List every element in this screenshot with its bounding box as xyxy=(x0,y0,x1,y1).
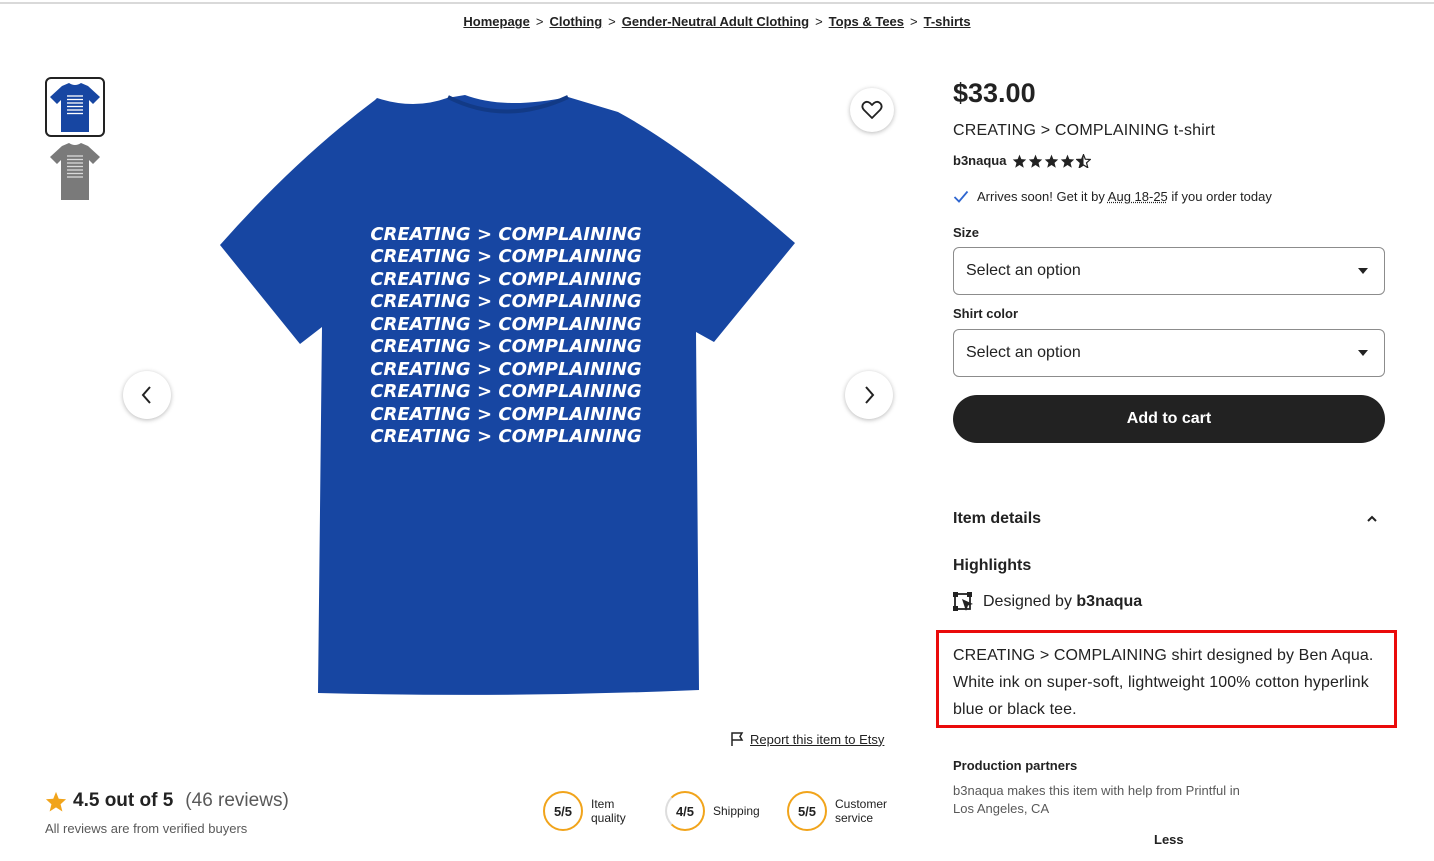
checkmark-icon xyxy=(953,190,969,203)
star-icon xyxy=(1029,154,1043,168)
show-less-button[interactable]: Less xyxy=(1154,832,1184,847)
production-partners-text: b3naqua makes this item with help from P… xyxy=(953,783,1240,816)
half-star-icon xyxy=(1076,153,1092,168)
shirt-color-select-value: Select an option xyxy=(966,344,1081,361)
highlights-heading: Highlights xyxy=(953,557,1032,574)
previous-image-button[interactable] xyxy=(123,371,171,419)
caret-down-icon xyxy=(1358,268,1368,274)
item-description: CREATING > COMPLAINING shirt designed by… xyxy=(953,647,1374,718)
size-label: Size xyxy=(953,225,980,240)
item-details-toggle[interactable]: Item details xyxy=(953,510,1385,528)
shirt-print-line: CREATING > COMPLAINING xyxy=(370,404,641,425)
chevron-up-icon xyxy=(1367,515,1377,522)
review-count: (46 reviews) xyxy=(185,790,289,811)
score-ring: 5/5 xyxy=(787,791,827,831)
shirt-print-line: CREATING > COMPLAINING xyxy=(370,246,641,267)
star-icon xyxy=(1013,154,1027,168)
arrival-dates[interactable]: Aug 18-25 xyxy=(1108,189,1168,204)
shirt-print-line: CREATING > COMPLAINING xyxy=(370,381,641,402)
score-shipping: 4/5 Shipping xyxy=(665,791,760,831)
caret-down-icon xyxy=(1358,350,1368,356)
report-item-label: Report this item to Etsy xyxy=(750,731,885,747)
shirt-print-line: CREATING > COMPLAINING xyxy=(370,269,641,290)
reviews-summary: 4.5 out of 5 (46 reviews) xyxy=(45,790,289,812)
arrival-text: Arrives soon! Get it by Aug 18-25 if you… xyxy=(977,189,1272,204)
verified-buyers-note: All reviews are from verified buyers xyxy=(45,821,248,836)
thumbnail-gray-shirt[interactable] xyxy=(45,142,105,202)
shirt-print-line: CREATING > COMPLAINING xyxy=(370,359,641,380)
report-item-link[interactable]: Report this item to Etsy xyxy=(730,731,884,747)
chevron-right-icon xyxy=(865,386,875,404)
shirt-print-line: CREATING > COMPLAINING xyxy=(370,426,641,447)
shop-name-link[interactable]: b3naqua xyxy=(953,153,1006,168)
arrival-estimate: Arrives soon! Get it by Aug 18-25 if you… xyxy=(953,189,1272,204)
breadcrumb-homepage[interactable]: Homepage xyxy=(463,14,529,29)
breadcrumb-t-shirts[interactable]: T-shirts xyxy=(924,14,971,29)
breadcrumb-separator: > xyxy=(535,14,544,29)
shirt-print-line: CREATING > COMPLAINING xyxy=(370,291,641,312)
score-ring: 4/5 xyxy=(665,791,705,831)
add-to-cart-button[interactable]: Add to cart xyxy=(953,395,1385,443)
designer-name: b3naqua xyxy=(1076,593,1143,610)
price: $33.00 xyxy=(953,78,1036,108)
star-icon xyxy=(1061,154,1075,168)
main-product-image: CREATING > COMPLAINING CREATING > COMPLA… xyxy=(200,80,820,705)
product-title: CREATING > COMPLAINING t-shirt xyxy=(953,122,1216,139)
tshirt-thumbnail-icon xyxy=(50,143,100,200)
score-ring: 5/5 xyxy=(543,791,583,831)
score-customer-service: 5/5 Customer service xyxy=(787,791,887,831)
shop-rating-stars xyxy=(1012,153,1092,168)
shirt-color-label: Shirt color xyxy=(953,306,1019,321)
score-label: Shipping xyxy=(713,804,760,818)
favorite-button[interactable] xyxy=(850,88,894,132)
star-icon xyxy=(1045,154,1059,168)
breadcrumb-separator: > xyxy=(910,14,918,29)
shirt-print-line: CREATING > COMPLAINING xyxy=(370,224,641,245)
shop-info: b3naqua xyxy=(953,153,1092,168)
breadcrumb-separator: > xyxy=(608,14,616,29)
shirt-print-line: CREATING > COMPLAINING xyxy=(370,336,641,357)
rating-text: 4.5 out of 5 xyxy=(73,790,174,811)
designed-by-text: Designed by b3naqua xyxy=(983,593,1143,610)
production-partners-heading: Production partners xyxy=(953,758,1078,773)
flag-icon xyxy=(731,732,744,746)
designed-by-row: Designed by b3naqua xyxy=(953,592,1142,612)
score-label: Customer service xyxy=(835,797,888,825)
breadcrumb-clothing[interactable]: Clothing xyxy=(549,14,602,29)
chevron-left-icon xyxy=(141,386,151,404)
item-details-heading: Item details xyxy=(953,510,1042,527)
star-icon xyxy=(45,791,67,812)
heart-icon xyxy=(861,100,883,119)
breadcrumb-gender-neutral[interactable]: Gender-Neutral Adult Clothing xyxy=(622,14,809,29)
size-select[interactable]: Select an option xyxy=(953,247,1385,295)
tshirt-thumbnail-icon xyxy=(50,83,100,132)
shirt-color-select[interactable]: Select an option xyxy=(953,329,1385,377)
thumbnail-blue-shirt[interactable] xyxy=(45,77,105,137)
score-item-quality: 5/5 Item quality xyxy=(543,791,626,831)
breadcrumb: Homepage > Clothing > Gender-Neutral Adult C… xyxy=(0,14,1434,29)
top-divider xyxy=(0,2,1434,4)
design-tool-icon xyxy=(953,592,973,611)
score-label: Item quality xyxy=(591,797,626,825)
breadcrumb-separator: > xyxy=(815,14,823,29)
next-image-button[interactable] xyxy=(845,371,893,419)
breadcrumb-tops-tees[interactable]: Tops & Tees xyxy=(829,14,904,29)
shirt-print-line: CREATING > COMPLAINING xyxy=(370,314,641,335)
size-select-value: Select an option xyxy=(966,262,1081,279)
